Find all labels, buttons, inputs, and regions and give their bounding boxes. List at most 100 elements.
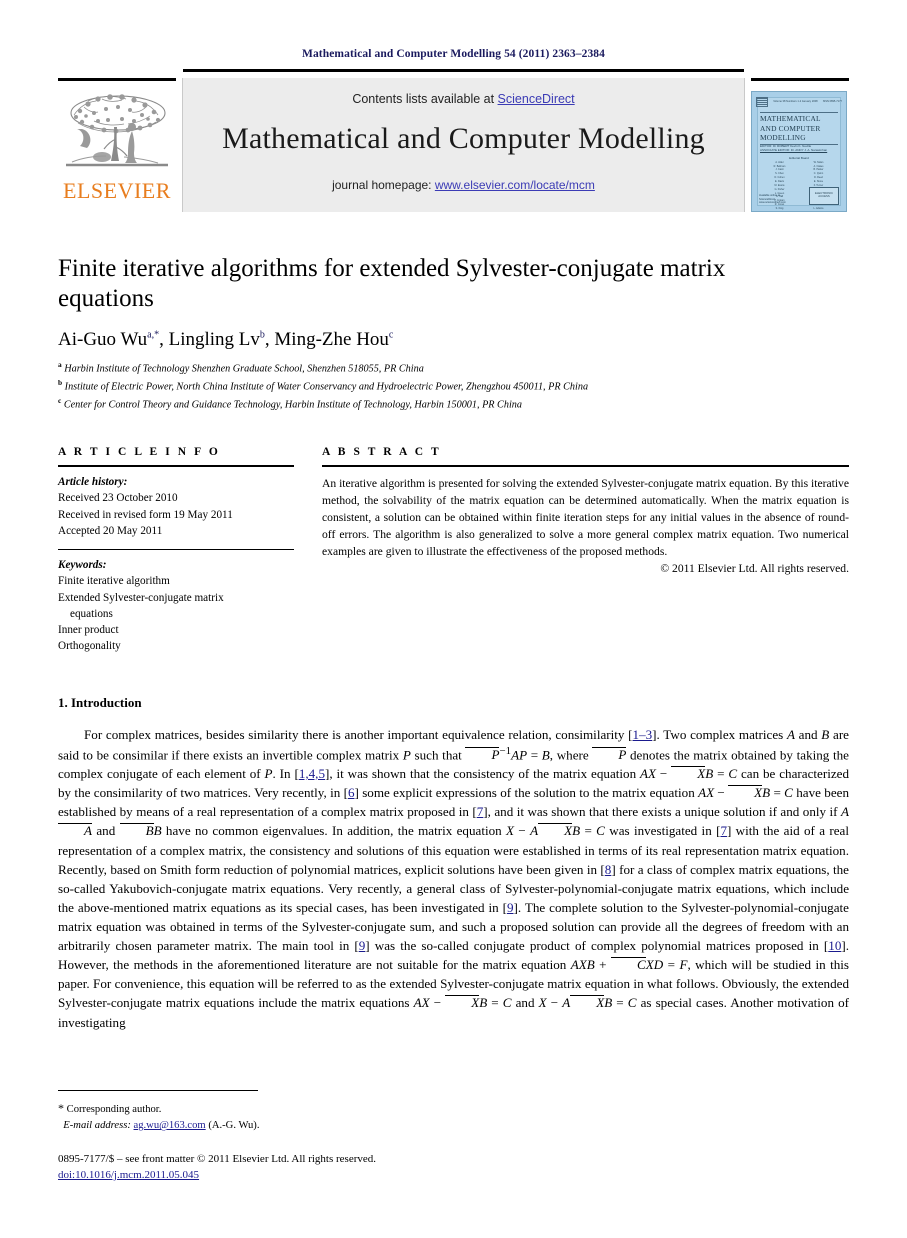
keywords-block: Keywords: Finite iterative algorithm Ext… [58, 557, 294, 654]
running-head: Mathematical and Computer Modelling 54 (… [302, 48, 605, 60]
homepage-prefix: journal homepage: [332, 177, 435, 192]
intro-part: and [511, 995, 539, 1011]
corresponding-star: * [58, 1101, 64, 1116]
info-abstract-row: A R T I C L E I N F O Article history: R… [58, 446, 849, 654]
article-history-item: Received in revised form 19 May 2011 [58, 508, 233, 521]
article-history-label: Article history: [58, 476, 128, 489]
masthead-rule-center [183, 68, 744, 72]
intro-part: ], and it was shown that there exists a … [483, 804, 841, 820]
footnote-rule [58, 1090, 258, 1092]
section-heading-introduction: 1. Introduction [58, 694, 142, 710]
author-affil-mark: b [259, 329, 265, 341]
intro-part: For complex matrices, besides similarity… [84, 726, 633, 742]
author-name[interactable]: Lingling Lv [169, 329, 260, 350]
cover-editor-line-2: ASSOCIATE EDITOR: Dr. ANDY J. A. Narasim… [760, 148, 828, 153]
affiliation-item: b Institute of Electric Power, North Chi… [58, 377, 849, 395]
issn-line: 0895-7177/$ – see front matter © 2011 El… [58, 1153, 377, 1166]
cover-rule-top [760, 111, 838, 113]
doi-link[interactable]: doi:10.1016/j.mcm.2011.05.045 [58, 1169, 199, 1181]
cover-title: MATHEMATICAL AND COMPUTER MODELLING [760, 111, 838, 146]
cover-electronic-access-badge: ELECTRONIC ACCESS [809, 186, 839, 205]
affiliation-mark: b [58, 377, 63, 387]
email-attribution: (A.-G. Wu). [208, 1120, 260, 1132]
intro-part: was investigated in [ [604, 823, 721, 839]
issn-copyright-block: 0895-7177/$ – see front matter © 2011 El… [58, 1152, 849, 1184]
cover-publisher-icon [756, 96, 768, 107]
journal-title: Mathematical and Computer Modelling [222, 121, 705, 155]
author-name[interactable]: Ai-Guo Wu [58, 329, 147, 350]
corresponding-author-note: * Corresponding author. E-mail address: … [58, 1099, 849, 1134]
intro-part: ], it was shown that the consistency of … [325, 766, 641, 782]
affiliation-item: a Harbin Institute of Technology Shenzhe… [58, 359, 849, 377]
elsevier-tree-icon [58, 91, 176, 179]
citation-ref[interactable]: 1–3 [633, 727, 653, 742]
elsevier-wordmark: ELSEVIER [63, 177, 171, 203]
email-label: E-mail address: [63, 1120, 131, 1132]
contents-available-line: Contents lists available at ScienceDirec… [183, 92, 744, 106]
abstract-heading: A B S T R A C T [322, 446, 442, 459]
affiliation-text: Harbin Institute of Technology Shenzhen … [64, 363, 424, 375]
article-history-item: Received 23 October 2010 [58, 492, 178, 505]
masthead-band: Contents lists available at ScienceDirec… [182, 68, 745, 212]
cover-bottom: Available online at ScienceDirect www.sc… [759, 186, 839, 205]
journal-cover-block: Volume 38 Numbers 1-2 January 2008 ISSN … [745, 77, 849, 212]
intro-part: have no common eigenvalues. In addition,… [161, 823, 507, 839]
keywords-label: Keywords: [58, 559, 107, 572]
cover-title-line-3: MODELLING [760, 133, 806, 143]
article-info-column: A R T I C L E I N F O Article history: R… [58, 446, 294, 654]
journal-homepage-link[interactable]: www.elsevier.com/locate/mcm [435, 178, 595, 192]
abstract-column: A B S T R A C T An iterative algorithm i… [322, 446, 849, 654]
affiliation-text: Center for Control Theory and Guidance T… [63, 398, 522, 410]
cover-board-heading: Editorial Board [789, 155, 809, 160]
cover-editors: EDITOR: Dr ROBERT Kevin K. Neville ASSOC… [760, 144, 838, 153]
elsevier-logo-block: ELSEVIER [58, 77, 182, 212]
author-name[interactable]: Ming-Zhe Hou [274, 329, 389, 350]
author-affil-mark: a,* [147, 329, 160, 341]
page-title: Finite iterative algorithms for extended… [58, 254, 726, 313]
citation-ref[interactable]: 1,4,5 [299, 766, 325, 781]
intro-part: . In [ [272, 766, 299, 782]
cover-title-line-1: MATHEMATICAL [760, 113, 821, 123]
keyword-item: Extended Sylvester-conjugate matrix [58, 591, 224, 604]
intro-part: ]. Two complex matrices [652, 726, 787, 742]
keywords-rule [58, 549, 294, 551]
copyright-line: © 2011 Elsevier Ltd. All rights reserved… [660, 562, 849, 576]
journal-masthead: ELSEVIER Contents lists available at Sci… [58, 68, 849, 212]
cover-issue-line: Volume 38 Numbers 1-2 January 2008 [773, 100, 818, 104]
citation-ref[interactable]: 10 [828, 938, 841, 953]
cover-issn-line: ISSN 0895-7177 [822, 100, 842, 104]
article-info-rule [58, 465, 294, 468]
affiliation-text: Institute of Electric Power, North China… [64, 381, 589, 393]
article-history-block: Article history: Received 23 October 201… [58, 474, 294, 539]
article-page: Mathematical and Computer Modelling 54 (… [0, 0, 907, 1238]
cover-sciencedirect: Available online at ScienceDirect www.sc… [759, 194, 786, 205]
keyword-item: Inner product [58, 624, 119, 637]
keyword-item: Orthogonality [58, 640, 121, 653]
email-link[interactable]: ag.wu@163.com [134, 1120, 206, 1131]
contents-prefix: Contents lists available at [352, 91, 498, 106]
affiliation-mark: c [58, 395, 62, 405]
masthead-rule-left [58, 77, 176, 81]
intro-part: ] some explicit expressions of the solut… [354, 785, 699, 801]
journal-cover-image[interactable]: Volume 38 Numbers 1-2 January 2008 ISSN … [751, 90, 847, 212]
abstract-rule [322, 465, 849, 468]
cover-topbar: Volume 38 Numbers 1-2 January 2008 ISSN … [756, 96, 842, 108]
affiliation-list: a Harbin Institute of Technology Shenzhe… [58, 359, 849, 413]
intro-part: ] was the so-called conjugate product of… [365, 938, 829, 954]
keyword-item-continued: equations [70, 607, 113, 620]
keyword-item: Finite iterative algorithm [58, 575, 170, 588]
masthead-rule-right [751, 77, 849, 81]
sciencedirect-link[interactable]: ScienceDirect [498, 92, 575, 106]
abstract-text: An iterative algorithm is presented for … [322, 477, 849, 559]
journal-homepage-line: journal homepage: www.elsevier.com/locat… [183, 178, 744, 192]
introduction-paragraph: For complex matrices, besides similarity… [58, 726, 850, 1030]
affiliation-mark: a [58, 359, 62, 369]
author-list: Ai-Guo Wua,*, Lingling Lvb, Ming-Zhe Hou… [58, 328, 394, 350]
article-history-item: Accepted 20 May 2011 [58, 524, 163, 537]
affiliation-item: c Center for Control Theory and Guidance… [58, 395, 849, 413]
intro-part: such that [410, 746, 466, 762]
cover-sd-line-3: www.sciencedirect.com [759, 201, 786, 205]
cover-badge-line-2: ACCESS [818, 194, 830, 199]
cover-title-line-2: AND COMPUTER [760, 123, 821, 133]
corresponding-text: Corresponding author. [66, 1104, 162, 1116]
